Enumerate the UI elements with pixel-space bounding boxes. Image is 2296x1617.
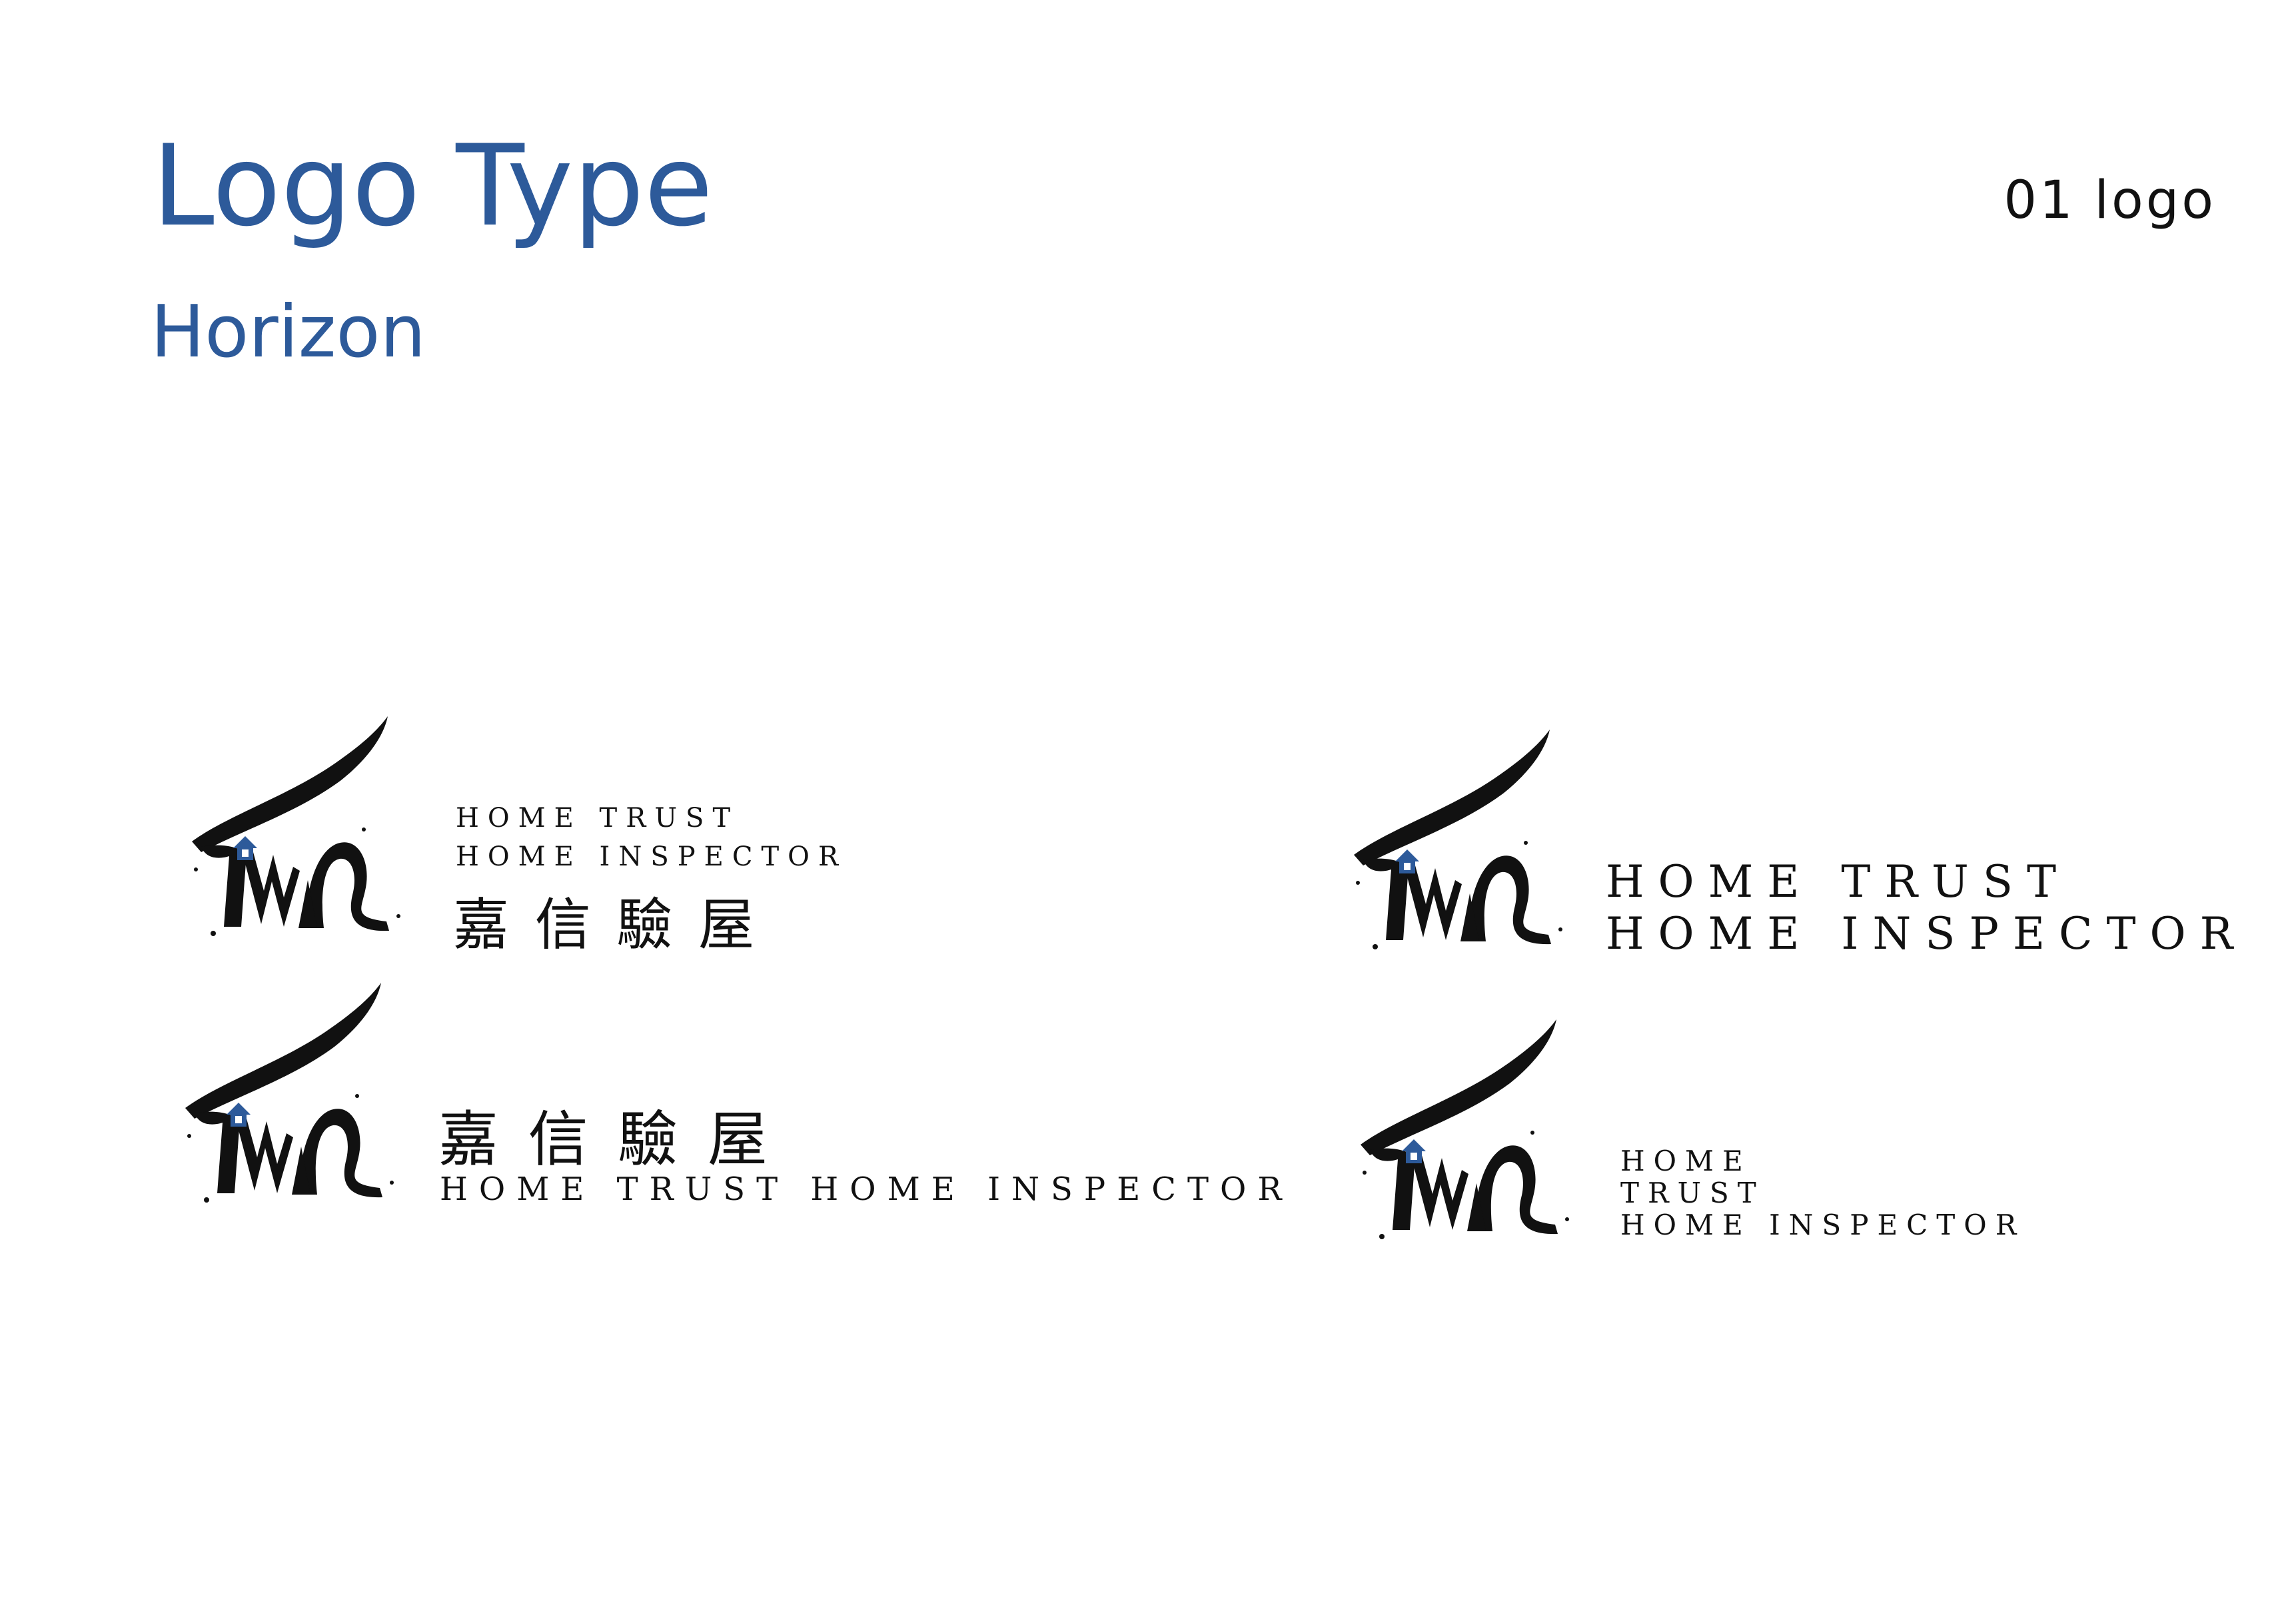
logo-variant-two-line: HOME TRUST HOME INSPECTOR	[1349, 730, 2233, 959]
logo-text-line-1: HOME TRUST	[1606, 856, 2070, 907]
logo-text-line-1: HOME TRUST	[456, 803, 740, 833]
logo-text-line-2: HOME INSPECTOR	[1606, 908, 2247, 959]
logo-variant-three-line: HOME TRUST HOME INSPECTOR	[1355, 1019, 2088, 1246]
house-icon	[225, 1101, 252, 1128]
logo-text-line-2: HOME INSPECTOR	[456, 841, 848, 872]
logo-text-line-1: HOME TRUST HOME INSPECTOR	[440, 1171, 1293, 1208]
logo-text-line-2: TRUST	[1620, 1177, 1765, 1209]
house-icon	[1401, 1138, 1427, 1165]
house-icon	[232, 835, 259, 861]
page-subtitle: Horizon	[151, 290, 426, 374]
logo-brush-mark-icon	[180, 983, 406, 1209]
house-icon	[1394, 848, 1421, 875]
page-title: Logo Type	[152, 121, 714, 251]
logo-variant-stacked: HOME TRUST HOME INSPECTOR 嘉 信 驗 屋	[187, 716, 853, 957]
logo-cjk-name: 嘉 信 驗 屋	[453, 892, 759, 957]
logo-variant-cjk-first: 嘉 信 驗 屋 HOME TRUST HOME INSPECTOR	[180, 983, 1282, 1209]
logo-brush-mark-icon	[1355, 1019, 1582, 1246]
logo-text-line-1: HOME	[1620, 1145, 1752, 1177]
logo-text-line-3: HOME INSPECTOR	[1620, 1209, 2025, 1241]
logo-brush-mark-icon	[1349, 730, 1575, 956]
section-label: 01 logo	[2004, 171, 2216, 231]
logo-cjk-name: 嘉 信 驗 屋	[438, 1105, 773, 1175]
logo-brush-mark-icon	[187, 716, 413, 943]
